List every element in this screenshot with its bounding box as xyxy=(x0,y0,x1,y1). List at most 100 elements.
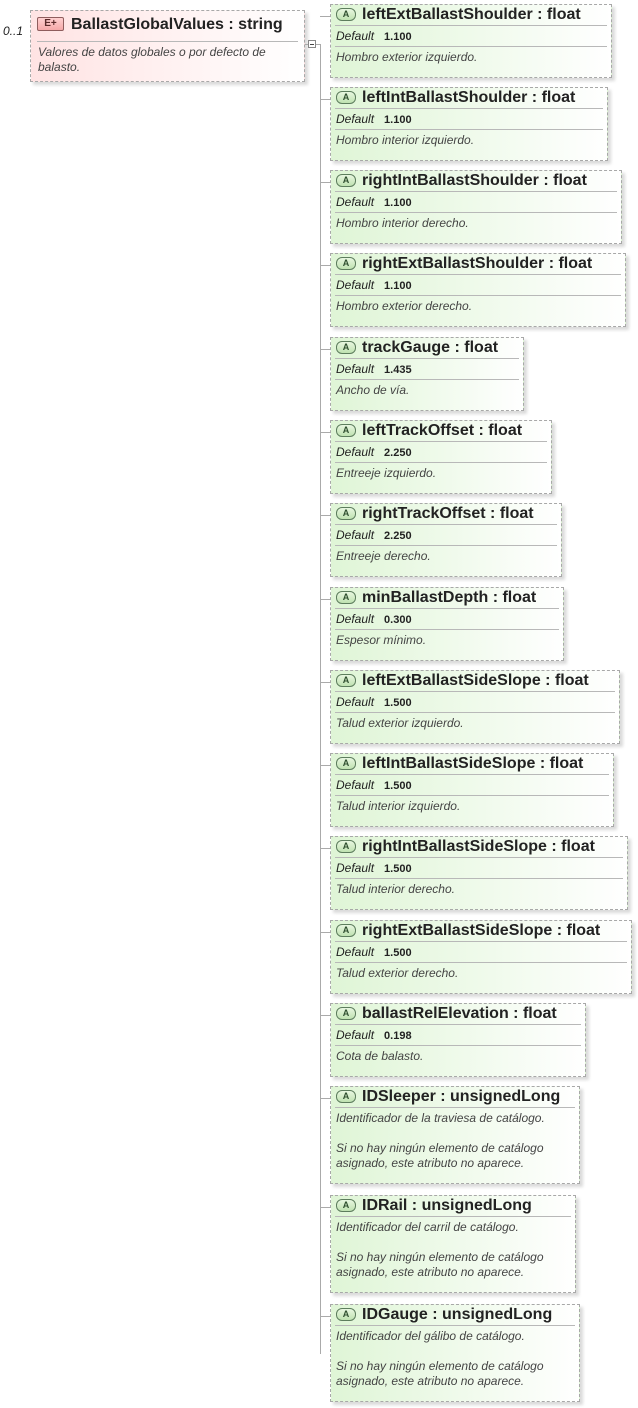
attribute-title: rightIntBallastSideSlope : float xyxy=(362,838,595,855)
doc-line: Identificador de la traviesa de catálogo… xyxy=(336,1111,545,1125)
attribute-separator xyxy=(335,857,623,858)
attribute-box-rightIntBallastShoulder[interactable]: ArightIntBallastShoulder : float Default 1… xyxy=(330,170,622,244)
attribute-documentation: Hombro interior derecho. xyxy=(336,216,469,231)
element-documentation: Valores de datos globales o por defecto … xyxy=(38,45,266,74)
default-label: Default xyxy=(336,112,375,126)
attribute-box-minBallastDepth[interactable]: AminBallastDepth : float Default 0.300 Espe… xyxy=(330,587,564,661)
occurrence-label: 0..1 xyxy=(3,24,24,38)
default-label: Default xyxy=(336,695,375,709)
attribute-icon: A xyxy=(336,424,356,437)
attribute-box-IDRail[interactable]: A IDRail : unsignedLong Identificador del … xyxy=(330,1195,576,1293)
attribute-box-IDSleeper[interactable]: A IDSleeper : unsignedLong Identificador d… xyxy=(330,1086,580,1184)
default-value: 2.250 xyxy=(384,530,412,542)
attribute-box-rightExtBallastShoulder[interactable]: ArightExtBallastShoulder : float Default 1… xyxy=(330,253,626,327)
default-value: 0.198 xyxy=(384,1030,412,1042)
attribute-default: Default 0.300 xyxy=(336,612,412,626)
collapse-toggle-icon[interactable] xyxy=(308,40,316,48)
attribute-documentation: Talud exterior izquierdo. xyxy=(336,716,464,731)
attribute-separator xyxy=(335,1107,575,1108)
attribute-connector xyxy=(320,1098,330,1099)
attribute-name: IDRail xyxy=(362,1197,408,1214)
attribute-name: leftIntBallastSideSlope xyxy=(362,755,536,772)
attribute-box-leftExtBallastShoulder[interactable]: AleftExtBallastShoulder : float Default 1.… xyxy=(330,4,612,78)
attribute-title: rightIntBallastShoulder : float xyxy=(362,172,587,189)
attribute-type: float xyxy=(558,255,593,272)
attribute-icon: A xyxy=(336,924,356,937)
attribute-type: float xyxy=(502,589,537,606)
attribute-box-leftIntBallastSideSlope[interactable]: AleftIntBallastSideSlope : float Default 1… xyxy=(330,753,614,827)
attribute-connector xyxy=(320,932,330,933)
attribute-box-leftExtBallastSideSlope[interactable]: AleftExtBallastSideSlope : float Default 1… xyxy=(330,670,620,744)
attribute-documentation: Talud interior izquierdo. xyxy=(336,799,460,814)
attribute-separator xyxy=(335,1325,575,1326)
attribute-connector xyxy=(320,349,330,350)
element-title: BallastGlobalValues : string xyxy=(71,16,283,33)
attribute-separator xyxy=(335,774,609,775)
doc-line: Hombro exterior izquierdo. xyxy=(336,50,478,64)
attribute-box-ballastRelElevation[interactable]: AballastRelElevation : float Default 0.198… xyxy=(330,1003,586,1077)
attribute-documentation: Talud exterior derecho. xyxy=(336,966,458,981)
attribute-box-rightExtBallastSideSlope[interactable]: ArightExtBallastSideSlope : float Default… xyxy=(330,920,632,994)
attribute-separator xyxy=(335,712,615,713)
attribute-separator xyxy=(335,379,519,380)
attribute-separator xyxy=(335,462,547,463)
doc-line: Entreeje derecho. xyxy=(336,549,431,563)
default-label: Default xyxy=(336,29,375,43)
attribute-icon: A xyxy=(336,8,356,21)
attribute-box-leftIntBallastShoulder[interactable]: AleftIntBallastShoulder : float Default 1.… xyxy=(330,87,608,161)
doc-line: Identificador del carril de catálogo. xyxy=(336,1220,519,1234)
attribute-default: Default 1.100 xyxy=(336,112,412,126)
attribute-type: unsignedLong xyxy=(442,1306,553,1323)
attribute-separator xyxy=(335,629,559,630)
attribute-name: rightTrackOffset xyxy=(362,505,486,522)
attribute-icon: A xyxy=(336,257,356,270)
attribute-connector xyxy=(320,99,330,100)
doc-line: Entreeje izquierdo. xyxy=(336,466,437,480)
doc-line: Talud interior derecho. xyxy=(336,882,455,896)
attribute-separator xyxy=(335,274,621,275)
attribute-title: rightExtBallastShoulder : float xyxy=(362,255,593,272)
attribute-documentation: Hombro interior izquierdo. xyxy=(336,133,474,148)
element-box-ballast-global-values[interactable]: E+ BallastGlobalValues : string Valores … xyxy=(30,10,305,82)
default-label: Default xyxy=(336,445,375,459)
attribute-separator xyxy=(335,108,603,109)
attribute-type: float xyxy=(553,172,587,189)
attribute-default: Default 1.100 xyxy=(336,278,412,292)
attribute-name: rightIntBallastShoulder xyxy=(362,172,539,189)
attribute-title: minBallastDepth : float xyxy=(362,589,537,606)
attribute-name: rightIntBallastSideSlope xyxy=(362,838,547,855)
attribute-documentation: Entreeje derecho. xyxy=(336,549,431,564)
attribute-box-rightIntBallastSideSlope[interactable]: ArightIntBallastSideSlope : float Default… xyxy=(330,836,628,910)
attribute-title: trackGauge : float xyxy=(362,339,499,356)
attribute-default: Default 1.500 xyxy=(336,861,412,875)
attribute-separator xyxy=(335,46,607,47)
attribute-name: leftExtBallastShoulder xyxy=(362,6,533,23)
attribute-default: Default 2.250 xyxy=(336,445,412,459)
attribute-type: float xyxy=(549,755,584,772)
attribute-icon: A xyxy=(336,1090,356,1103)
default-value: 1.100 xyxy=(384,280,412,292)
attribute-icon: A xyxy=(336,1199,356,1212)
default-value: 1.100 xyxy=(384,197,412,209)
attribute-name: ballastRelElevation xyxy=(362,1005,509,1022)
doc-line: Identificador del gálibo de catálogo. xyxy=(336,1329,525,1343)
doc-line: Talud exterior derecho. xyxy=(336,966,459,980)
attribute-connector xyxy=(320,599,330,600)
attribute-box-leftTrackOffset[interactable]: AleftTrackOffset : float Default 2.250 Entr… xyxy=(330,420,552,494)
default-label: Default xyxy=(336,861,375,875)
attribute-separator xyxy=(335,545,557,546)
attribute-box-IDGauge[interactable]: A IDGauge : unsignedLong Identificador del… xyxy=(330,1304,580,1402)
attribute-connector xyxy=(320,265,330,266)
attribute-title: leftExtBallastSideSlope : float xyxy=(362,672,589,689)
attribute-separator xyxy=(335,1216,571,1217)
attribute-connector xyxy=(320,1015,330,1016)
attribute-documentation: Identificador del gálibo de catálogo. Si … xyxy=(336,1329,544,1389)
attribute-type: unsignedLong xyxy=(421,1197,532,1214)
attribute-name: leftTrackOffset xyxy=(362,422,475,439)
default-value: 0.300 xyxy=(384,614,412,626)
attribute-documentation: Ancho de vía. xyxy=(336,383,409,398)
attribute-box-trackGauge[interactable]: AtrackGauge : float Default 1.435 Ancho de … xyxy=(330,337,524,411)
attribute-documentation: Espesor mínimo. xyxy=(336,633,426,648)
attribute-box-rightTrackOffset[interactable]: ArightTrackOffset : float Default 2.250 Ent… xyxy=(330,503,562,577)
attribute-separator xyxy=(335,212,617,213)
